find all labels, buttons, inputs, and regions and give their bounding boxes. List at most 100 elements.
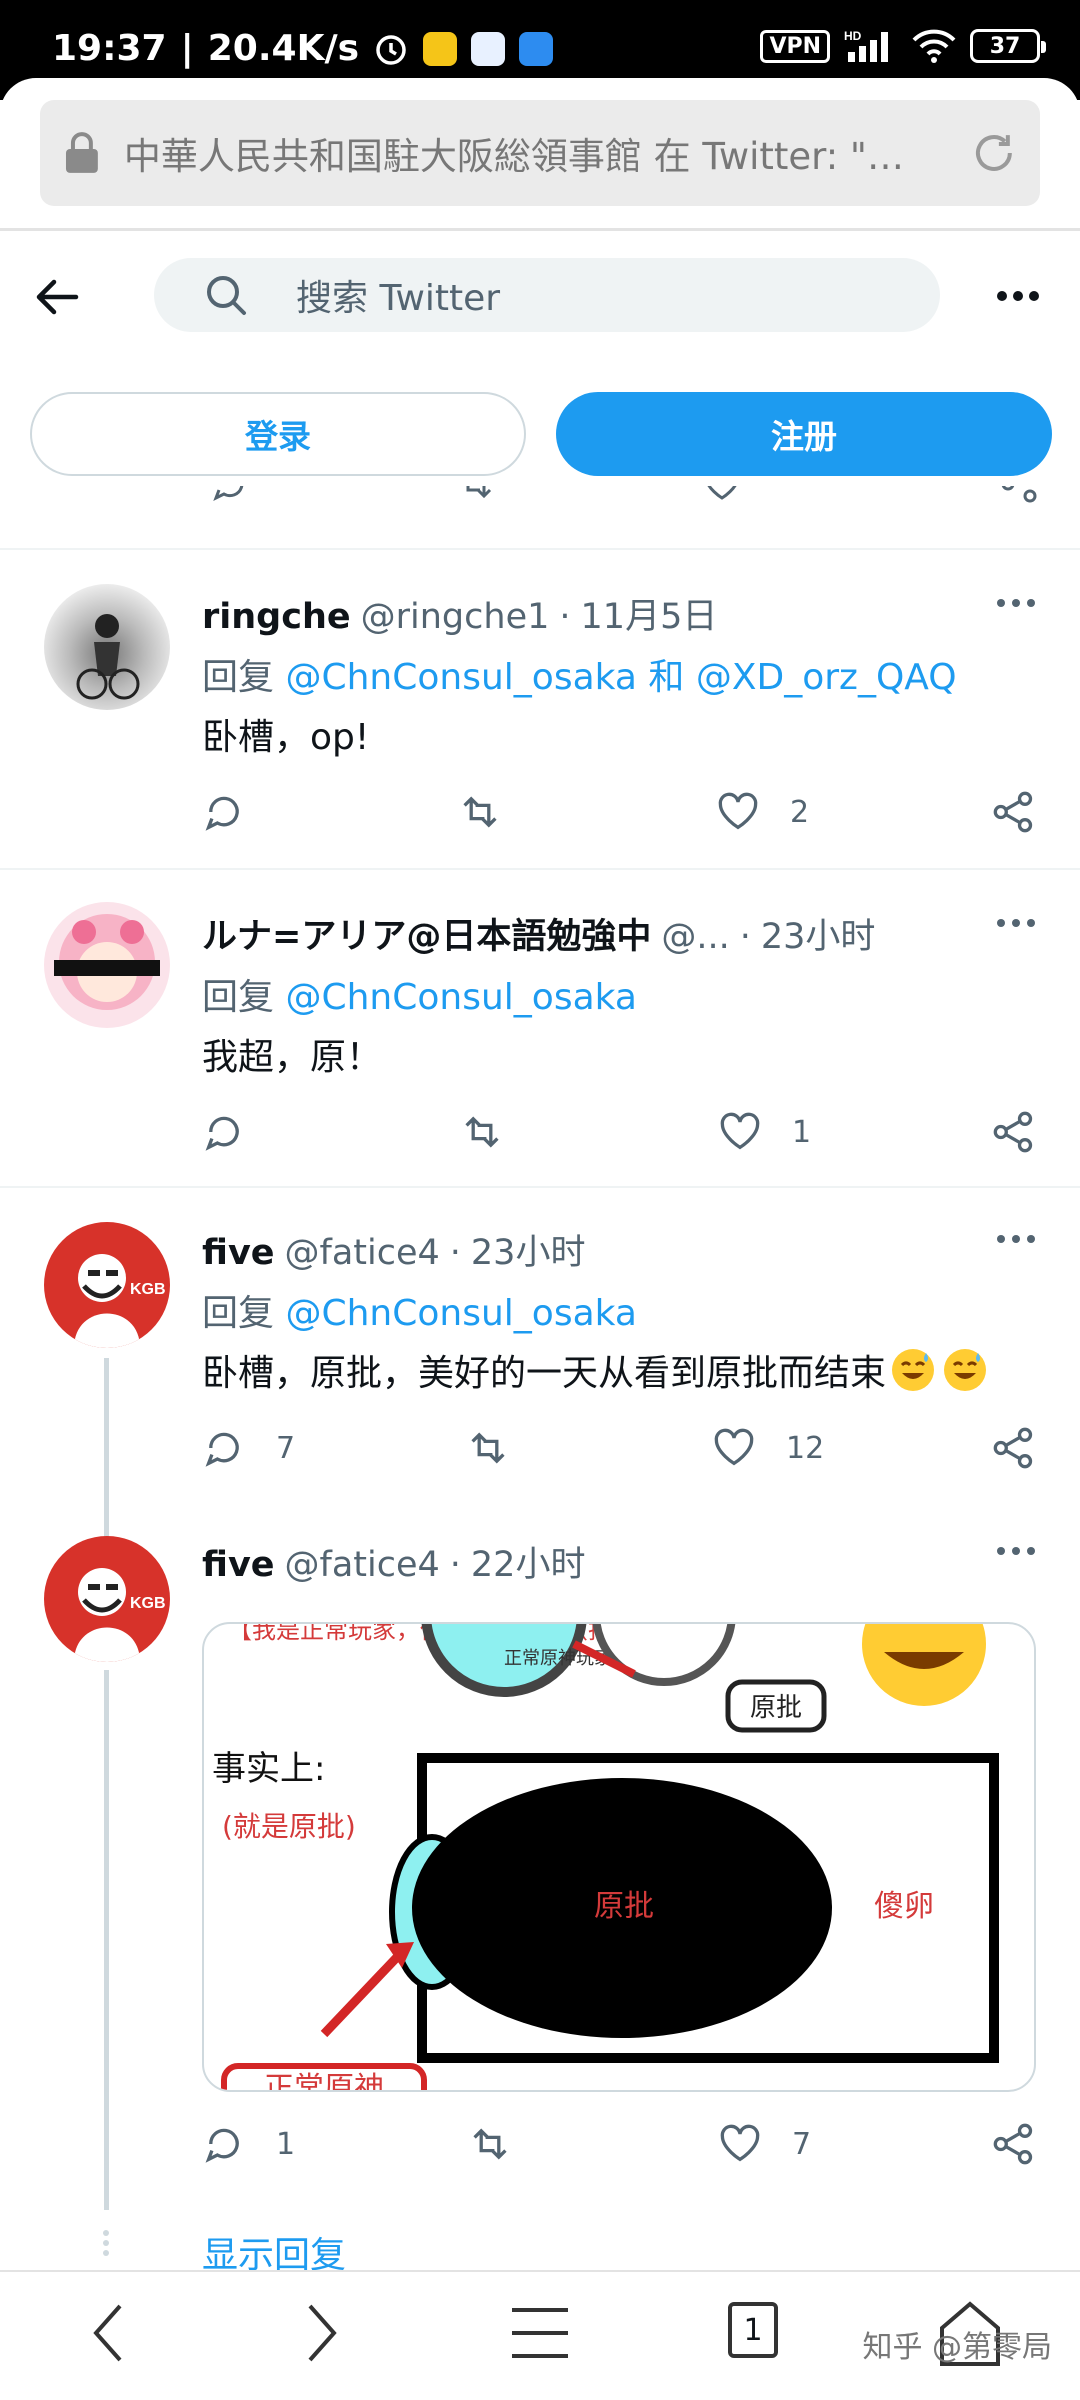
- like-button[interactable]: 2: [716, 790, 809, 834]
- menu-icon[interactable]: [510, 2298, 570, 2368]
- display-name[interactable]: ringche: [202, 597, 351, 637]
- tweet[interactable]: ringche @ringche1 · 11月5日 回复 @ChnConsul_…: [0, 548, 1080, 868]
- display-name[interactable]: five: [202, 1545, 275, 1585]
- like-button[interactable]: 12: [712, 1426, 824, 1470]
- status-speed: 20.4K/s: [207, 28, 360, 69]
- timestamp[interactable]: 22小时: [471, 1536, 586, 1587]
- back-nav-icon[interactable]: [88, 2298, 128, 2368]
- reply-button[interactable]: 7: [202, 1426, 295, 1470]
- display-name[interactable]: ルナ=アリア@日本語勉強中: [202, 908, 651, 959]
- mention-link[interactable]: @ChnConsul_osaka: [285, 977, 636, 1018]
- retweet-button[interactable]: [456, 790, 504, 834]
- retweet-button[interactable]: [466, 2122, 514, 2166]
- watermark: 知乎 @第零局: [862, 2330, 1052, 2365]
- avatar[interactable]: [44, 902, 170, 1028]
- share-button[interactable]: [992, 790, 1036, 834]
- browser-bottom-nav: 1 知乎 @第零局: [0, 2270, 1080, 2400]
- tabs-button[interactable]: 1: [728, 2302, 778, 2358]
- svg-text:HD: HD: [844, 29, 862, 43]
- signup-button[interactable]: 注册: [556, 392, 1052, 476]
- mention-link[interactable]: @ChnConsul_osaka: [285, 657, 636, 698]
- retweet-icon: [465, 1116, 499, 1148]
- timestamp[interactable]: 23小时: [761, 908, 876, 959]
- user-handle[interactable]: @fatice4: [285, 1545, 440, 1585]
- user-handle[interactable]: @ringche1: [361, 597, 550, 637]
- tweet-more-icon[interactable]: [996, 918, 1036, 928]
- like-icon: [714, 1428, 754, 1466]
- mention-link[interactable]: @ChnConsul_osaka: [285, 1293, 636, 1334]
- tweet-header: ringche @ringche1 · 11月5日: [202, 588, 717, 639]
- divider: [0, 228, 1080, 231]
- search-input[interactable]: 搜索 Twitter: [154, 258, 940, 332]
- svg-text:事实上:: 事实上:: [212, 1749, 325, 1789]
- svg-text:KGB: KGB: [130, 1595, 166, 1612]
- display-name[interactable]: five: [202, 1233, 275, 1273]
- svg-text:KGB: KGB: [130, 1281, 166, 1298]
- tweet-header: ルナ=アリア@日本語勉強中 @... · 23小时: [202, 908, 875, 959]
- status-time: 19:37: [52, 28, 167, 69]
- tweet-more-icon[interactable]: [996, 598, 1036, 608]
- timestamp[interactable]: 11月5日: [581, 588, 718, 639]
- reply-button[interactable]: [202, 790, 246, 834]
- avatar[interactable]: KGB: [44, 1222, 170, 1348]
- share-icon[interactable]: [1000, 486, 1040, 504]
- reply-icon: [205, 1432, 239, 1467]
- share-button[interactable]: [992, 2122, 1036, 2166]
- tweet-more-icon[interactable]: [996, 1234, 1036, 1244]
- meme-illustration: 【我是正常玩家，你不能骂我们（指对号入座）】 正常原神玩家 原批 事实上: (就…: [212, 1624, 999, 2090]
- tweet-header: five @fatice4 · 22小时: [202, 1536, 585, 1587]
- alarm-icon: [376, 34, 406, 65]
- login-button[interactable]: 登录: [30, 392, 526, 476]
- retweet-button[interactable]: [464, 1426, 512, 1470]
- sweat-smile-emoji-icon: [944, 1349, 987, 1391]
- like-count: 12: [786, 1430, 825, 1466]
- avatar[interactable]: KGB: [44, 1536, 170, 1662]
- signal-icon: HD: [844, 29, 888, 62]
- share-button[interactable]: [992, 1426, 1036, 1470]
- avatar[interactable]: [44, 584, 170, 710]
- tweet[interactable]: KGB five @fatice4 · 23小时 回复 @ChnConsul_o…: [0, 1186, 1080, 1558]
- reply-button[interactable]: [202, 1110, 246, 1154]
- address-bar[interactable]: 中華人民共和国駐大阪総領事館 在 Twitter: "…: [40, 100, 1040, 206]
- share-icon: [993, 791, 1033, 833]
- retweet-icon: [471, 1432, 505, 1464]
- share-icon: [993, 1111, 1033, 1153]
- like-count: 2: [790, 794, 810, 830]
- reload-icon[interactable]: [970, 129, 1018, 177]
- back-arrow-icon[interactable]: [34, 274, 80, 320]
- like-button[interactable]: 1: [718, 1110, 811, 1154]
- like-icon: [720, 2124, 760, 2162]
- tweet-text: 我超，原！: [202, 1037, 383, 1078]
- app-icon: [471, 31, 506, 66]
- thread-dots: [103, 2230, 109, 2256]
- reply-context: 回复 @ChnConsul_osaka: [202, 977, 637, 1018]
- forward-nav-icon[interactable]: [302, 2298, 342, 2368]
- like-count: 7: [792, 2126, 812, 2162]
- tweet-more-icon[interactable]: [996, 1546, 1036, 1556]
- search-placeholder: 搜索 Twitter: [296, 278, 501, 319]
- user-handle[interactable]: @fatice4: [285, 1233, 440, 1273]
- tweet-text: 卧槽，原批，美好的一天从看到原批而结束: [202, 1344, 988, 1396]
- tweet-text: 卧槽，op!: [202, 717, 370, 758]
- reply-count: 7: [276, 1430, 296, 1466]
- share-icon: [993, 2123, 1033, 2165]
- mention-link[interactable]: @XD_orz_QAQ: [696, 657, 957, 698]
- timestamp[interactable]: 23小时: [471, 1224, 586, 1275]
- cloud-app-icon: [519, 31, 554, 66]
- retweet-icon[interactable]: [456, 486, 496, 504]
- more-options-icon[interactable]: [996, 290, 1040, 302]
- vpn-badge: VPN: [760, 29, 830, 63]
- share-icon: [993, 1427, 1033, 1469]
- like-button[interactable]: 7: [718, 2122, 811, 2166]
- reply-button[interactable]: 1: [202, 2122, 295, 2166]
- person-silhouette-icon: [76, 614, 140, 700]
- search-icon: [207, 276, 246, 315]
- like-icon: [718, 792, 758, 830]
- share-button[interactable]: [992, 1110, 1036, 1154]
- like-icon[interactable]: [702, 486, 742, 504]
- tweet[interactable]: ルナ=アリア@日本語勉強中 @... · 23小时 回复 @ChnConsul_…: [0, 868, 1080, 1188]
- tweet-image[interactable]: 【我是正常玩家，你不能骂我们（指对号入座）】 正常原神玩家 原批 事实上: (就…: [202, 1622, 1036, 2092]
- retweet-button[interactable]: [458, 1110, 506, 1154]
- user-handle[interactable]: @...: [661, 917, 729, 957]
- reply-icon[interactable]: [210, 486, 250, 504]
